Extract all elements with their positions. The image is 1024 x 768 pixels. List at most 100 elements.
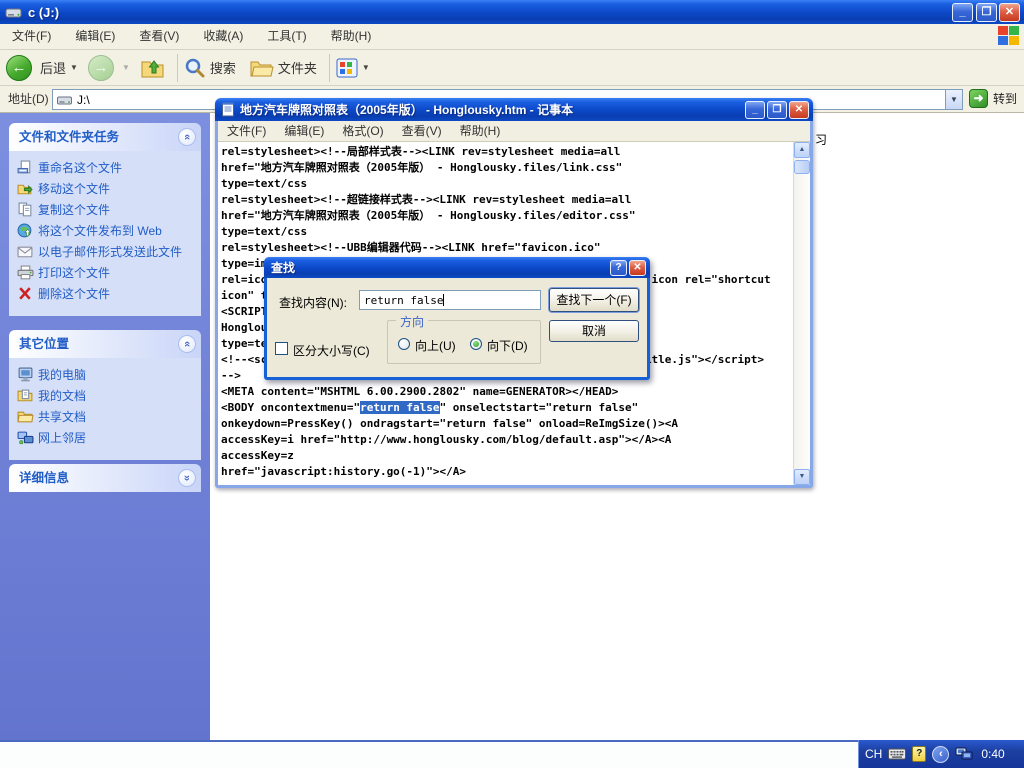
views-icon: [336, 58, 358, 78]
windows-logo-icon: [998, 26, 1019, 46]
screen: c (J:) _ ❐ ✕ 文件(F) 编辑(E) 查看(V) 收藏(A) 工具(…: [0, 0, 1024, 768]
panel-details-header[interactable]: 详细信息 «: [9, 464, 201, 492]
notepad-line: accessKey=i href="http://www.honglousky.…: [221, 432, 793, 448]
notepad-menu-file[interactable]: 文件(F): [218, 121, 275, 141]
notepad-line: href="地方汽车牌照对照表（2005年版） - Honglousky.fil…: [221, 208, 793, 224]
notepad-title: 地方汽车牌照对照表（2005年版） - Honglousky.htm - 记事本: [240, 101, 743, 118]
panel-file-tasks: 文件和文件夹任务 « 重命名这个文件 移动这个文件 复制这个文件: [9, 123, 201, 316]
match-case-checkbox[interactable]: [275, 342, 288, 355]
find-close-button[interactable]: ✕: [629, 260, 646, 276]
explorer-toolbar: ← 后退 ▼ → ▼ 搜索 文件夹 ▼: [0, 50, 1024, 86]
search-icon: [184, 57, 206, 79]
menu-edit[interactable]: 编辑(E): [63, 24, 127, 49]
filename-fragment: 习: [815, 131, 827, 148]
menu-tools[interactable]: 工具(T): [255, 24, 318, 49]
place-my-documents[interactable]: 我的文档: [17, 389, 197, 403]
task-email-file[interactable]: 以电子邮件形式发送此文件: [17, 245, 197, 259]
back-dropdown-icon[interactable]: ▼: [70, 63, 78, 72]
task-delete-file[interactable]: 删除这个文件: [17, 287, 197, 301]
toolbar-separator: [177, 54, 178, 82]
panel-details: 详细信息 «: [9, 464, 201, 492]
menu-file[interactable]: 文件(F): [0, 24, 63, 49]
direction-up-label: 向上(U): [415, 337, 456, 354]
close-button[interactable]: ✕: [999, 3, 1020, 22]
menu-help[interactable]: 帮助(H): [319, 24, 384, 49]
network-tray-icon[interactable]: [955, 747, 973, 761]
views-dropdown-icon[interactable]: ▼: [362, 63, 370, 72]
views-button[interactable]: ▼: [336, 58, 374, 78]
address-value: J:\: [77, 93, 90, 107]
find-dialog-title: 查找: [271, 259, 608, 276]
notepad-menu-format[interactable]: 格式(O): [333, 121, 392, 141]
notepad-line: onkeydown=PressKey() ondragstart="return…: [221, 416, 793, 432]
up-button[interactable]: [140, 56, 165, 80]
publish-web-icon: [17, 223, 34, 238]
menu-favorites[interactable]: 收藏(A): [191, 24, 255, 49]
collapse-up-icon[interactable]: «: [178, 128, 196, 146]
address-label: 地址(D): [8, 86, 49, 112]
scroll-thumb[interactable]: [794, 160, 810, 174]
scroll-down-icon[interactable]: ▼: [794, 469, 810, 485]
direction-down-radio[interactable]: [470, 338, 482, 350]
task-print-file[interactable]: 打印这个文件: [17, 266, 197, 280]
expand-down-icon[interactable]: «: [178, 469, 196, 487]
system-tray: CH ? ‹ 0:40: [858, 740, 1024, 768]
notepad-line: href="地方汽车牌照对照表（2005年版） - Honglousky.fil…: [221, 160, 793, 176]
match-case-label: 区分大小写(C): [293, 342, 370, 359]
notepad-line: <META content="MSHTML 6.00.2900.2802" na…: [221, 384, 793, 400]
task-move-file[interactable]: 移动这个文件: [17, 182, 197, 196]
go-button[interactable]: ➜ 转到: [969, 89, 1017, 108]
notepad-line: rel=stylesheet><!--局部样式表--><LINK rev=sty…: [221, 144, 793, 160]
help-tray-icon[interactable]: ?: [912, 746, 926, 762]
search-button[interactable]: 搜索: [184, 57, 236, 79]
help-button[interactable]: ?: [610, 260, 627, 276]
back-icon: ←: [6, 55, 32, 81]
place-network[interactable]: 网上邻居: [17, 431, 197, 445]
explorer-menubar: 文件(F) 编辑(E) 查看(V) 收藏(A) 工具(T) 帮助(H): [0, 24, 1024, 50]
direction-down-label: 向下(D): [487, 337, 528, 354]
shared-documents-icon: [17, 409, 34, 424]
back-button[interactable]: ← 后退 ▼: [6, 55, 82, 81]
address-dropdown-button[interactable]: ▼: [945, 90, 962, 109]
panel-other-places-header[interactable]: 其它位置 «: [9, 330, 201, 358]
rename-file-icon: [17, 160, 34, 175]
notepad-menu-edit[interactable]: 编辑(E): [275, 121, 333, 141]
notepad-menubar: 文件(F) 编辑(E) 格式(O) 查看(V) 帮助(H): [218, 121, 810, 142]
notepad-close-button[interactable]: ✕: [789, 101, 809, 119]
notepad-vscrollbar[interactable]: ▲ ▼: [793, 142, 810, 485]
up-folder-icon: [140, 56, 165, 80]
task-publish-web[interactable]: 将这个文件发布到 Web: [17, 224, 197, 238]
print-file-icon: [17, 265, 34, 280]
task-rename-file[interactable]: 重命名这个文件: [17, 161, 197, 175]
panel-file-tasks-header[interactable]: 文件和文件夹任务 «: [9, 123, 201, 151]
restore-button[interactable]: ❐: [976, 3, 997, 22]
hide-icons-chevron-icon[interactable]: ‹: [932, 746, 949, 763]
find-dialog: 查找 ? ✕ 查找内容(N): return false 查找下一个(F) 取消…: [264, 257, 650, 380]
notepad-line: rel=stylesheet><!--UBB编辑器代码--><LINK href…: [221, 240, 793, 256]
language-indicator[interactable]: CH: [865, 747, 882, 761]
folders-button[interactable]: 文件夹: [250, 58, 317, 78]
notepad-maximize-button[interactable]: ❐: [767, 101, 787, 119]
cancel-button[interactable]: 取消: [549, 320, 639, 342]
keyboard-icon[interactable]: [888, 748, 906, 760]
place-my-computer[interactable]: 我的电脑: [17, 368, 197, 382]
forward-button[interactable]: → ▼: [88, 55, 134, 81]
my-computer-icon: [17, 367, 34, 382]
explorer-titlebar: c (J:) _ ❐ ✕: [0, 0, 1024, 24]
notepad-menu-view[interactable]: 查看(V): [393, 121, 451, 141]
direction-group: 方向 向上(U) 向下(D): [387, 320, 541, 364]
menu-view[interactable]: 查看(V): [127, 24, 191, 49]
task-copy-file[interactable]: 复制这个文件: [17, 203, 197, 217]
direction-up-radio[interactable]: [398, 338, 410, 350]
email-file-icon: [17, 244, 34, 259]
minimize-button[interactable]: _: [952, 3, 973, 22]
find-next-button[interactable]: 查找下一个(F): [549, 288, 639, 312]
notepad-minimize-button[interactable]: _: [745, 101, 765, 119]
notepad-menu-help[interactable]: 帮助(H): [451, 121, 510, 141]
forward-dropdown-icon[interactable]: ▼: [122, 63, 130, 72]
scroll-up-icon[interactable]: ▲: [794, 142, 810, 158]
collapse-up-icon[interactable]: «: [178, 335, 196, 353]
place-shared-documents[interactable]: 共享文档: [17, 410, 197, 424]
move-file-icon: [17, 181, 34, 196]
find-input[interactable]: return false: [359, 290, 541, 310]
